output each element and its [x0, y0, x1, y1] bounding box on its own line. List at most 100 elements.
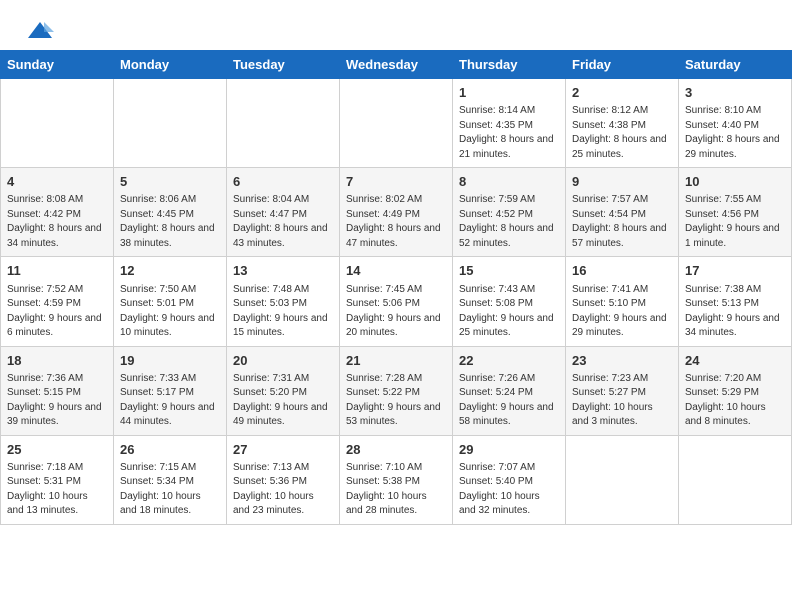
day-number: 15	[459, 262, 559, 280]
calendar-cell: 27 Sunrise: 7:13 AM Sunset: 5:36 PM Dayli…	[227, 435, 340, 524]
day-number: 12	[120, 262, 220, 280]
day-info: Sunrise: 7:41 AM Sunset: 5:10 PM Dayligh…	[572, 283, 672, 341]
column-header-thursday: Thursday	[453, 51, 566, 79]
day-info: Sunrise: 7:07 AM Sunset: 5:40 PM Dayligh…	[459, 461, 559, 519]
calendar-cell	[340, 79, 453, 168]
day-info: Sunrise: 7:48 AM Sunset: 5:03 PM Dayligh…	[233, 283, 333, 341]
day-number: 28	[346, 441, 446, 459]
column-header-tuesday: Tuesday	[227, 51, 340, 79]
calendar-cell: 26 Sunrise: 7:15 AM Sunset: 5:34 PM Dayli…	[114, 435, 227, 524]
day-number: 27	[233, 441, 333, 459]
day-info: Sunrise: 8:02 AM Sunset: 4:49 PM Dayligh…	[346, 193, 446, 251]
day-number: 1	[459, 84, 559, 102]
logo-icon	[26, 18, 54, 46]
calendar-cell	[227, 79, 340, 168]
calendar-cell: 20 Sunrise: 7:31 AM Sunset: 5:20 PM Dayli…	[227, 346, 340, 435]
calendar-cell: 11 Sunrise: 7:52 AM Sunset: 4:59 PM Dayli…	[1, 257, 114, 346]
calendar-cell: 14 Sunrise: 7:45 AM Sunset: 5:06 PM Dayli…	[340, 257, 453, 346]
column-header-wednesday: Wednesday	[340, 51, 453, 79]
day-info: Sunrise: 7:28 AM Sunset: 5:22 PM Dayligh…	[346, 372, 446, 430]
day-number: 29	[459, 441, 559, 459]
logo	[24, 18, 54, 40]
calendar-cell: 18Sunrise: 7:36 AM Sunset: 5:15 PM Dayli…	[1, 346, 114, 435]
day-number: 2	[572, 84, 672, 102]
calendar-cell: 8Sunrise: 7:59 AM Sunset: 4:52 PM Daylig…	[453, 168, 566, 257]
day-info: Sunrise: 7:36 AM Sunset: 5:15 PM Dayligh…	[7, 372, 107, 430]
calendar-cell: 1 Sunrise: 8:14 AM Sunset: 4:35 PM Daylig…	[453, 79, 566, 168]
day-number: 22	[459, 352, 559, 370]
calendar-cell: 23 Sunrise: 7:23 AM Sunset: 5:27 PM Dayli…	[566, 346, 679, 435]
day-number: 13	[233, 262, 333, 280]
day-number: 17	[685, 262, 785, 280]
calendar-week-1: 1 Sunrise: 8:14 AM Sunset: 4:35 PM Daylig…	[1, 79, 792, 168]
day-info: Sunrise: 7:59 AM Sunset: 4:52 PM Dayligh…	[459, 193, 559, 251]
calendar-week-5: 25Sunrise: 7:18 AM Sunset: 5:31 PM Dayli…	[1, 435, 792, 524]
calendar-cell: 28 Sunrise: 7:10 AM Sunset: 5:38 PM Dayli…	[340, 435, 453, 524]
calendar-cell: 19 Sunrise: 7:33 AM Sunset: 5:17 PM Dayli…	[114, 346, 227, 435]
day-info: Sunrise: 7:13 AM Sunset: 5:36 PM Dayligh…	[233, 461, 333, 519]
day-info: Sunrise: 8:08 AM Sunset: 4:42 PM Dayligh…	[7, 193, 107, 251]
day-info: Sunrise: 7:15 AM Sunset: 5:34 PM Dayligh…	[120, 461, 220, 519]
day-info: Sunrise: 8:12 AM Sunset: 4:38 PM Dayligh…	[572, 104, 672, 162]
day-info: Sunrise: 7:33 AM Sunset: 5:17 PM Dayligh…	[120, 372, 220, 430]
calendar-cell: 3 Sunrise: 8:10 AM Sunset: 4:40 PM Daylig…	[679, 79, 792, 168]
day-number: 19	[120, 352, 220, 370]
calendar-cell: 5 Sunrise: 8:06 AM Sunset: 4:45 PM Daylig…	[114, 168, 227, 257]
day-info: Sunrise: 8:14 AM Sunset: 4:35 PM Dayligh…	[459, 104, 559, 162]
day-number: 14	[346, 262, 446, 280]
calendar-cell: 17Sunrise: 7:38 AM Sunset: 5:13 PM Dayli…	[679, 257, 792, 346]
day-number: 3	[685, 84, 785, 102]
calendar-body: 1 Sunrise: 8:14 AM Sunset: 4:35 PM Daylig…	[1, 79, 792, 525]
calendar-cell: 24 Sunrise: 7:20 AM Sunset: 5:29 PM Dayli…	[679, 346, 792, 435]
calendar-header-row: SundayMondayTuesdayWednesdayThursdayFrid…	[1, 51, 792, 79]
day-info: Sunrise: 7:45 AM Sunset: 5:06 PM Dayligh…	[346, 283, 446, 341]
day-info: Sunrise: 8:10 AM Sunset: 4:40 PM Dayligh…	[685, 104, 785, 162]
calendar-cell: 15Sunrise: 7:43 AM Sunset: 5:08 PM Dayli…	[453, 257, 566, 346]
day-info: Sunrise: 7:31 AM Sunset: 5:20 PM Dayligh…	[233, 372, 333, 430]
calendar-cell: 6 Sunrise: 8:04 AM Sunset: 4:47 PM Daylig…	[227, 168, 340, 257]
day-number: 23	[572, 352, 672, 370]
calendar-cell: 10 Sunrise: 7:55 AM Sunset: 4:56 PM Dayli…	[679, 168, 792, 257]
day-number: 25	[7, 441, 107, 459]
day-number: 9	[572, 173, 672, 191]
day-number: 10	[685, 173, 785, 191]
calendar-cell: 29 Sunrise: 7:07 AM Sunset: 5:40 PM Dayli…	[453, 435, 566, 524]
calendar-cell: 25Sunrise: 7:18 AM Sunset: 5:31 PM Dayli…	[1, 435, 114, 524]
day-number: 24	[685, 352, 785, 370]
calendar-cell	[679, 435, 792, 524]
day-info: Sunrise: 7:55 AM Sunset: 4:56 PM Dayligh…	[685, 193, 785, 251]
calendar-cell: 16 Sunrise: 7:41 AM Sunset: 5:10 PM Dayli…	[566, 257, 679, 346]
calendar-cell	[566, 435, 679, 524]
calendar-cell: 13 Sunrise: 7:48 AM Sunset: 5:03 PM Dayli…	[227, 257, 340, 346]
calendar-cell: 7 Sunrise: 8:02 AM Sunset: 4:49 PM Daylig…	[340, 168, 453, 257]
calendar-cell	[114, 79, 227, 168]
calendar-cell: 2 Sunrise: 8:12 AM Sunset: 4:38 PM Daylig…	[566, 79, 679, 168]
day-info: Sunrise: 7:57 AM Sunset: 4:54 PM Dayligh…	[572, 193, 672, 251]
day-info: Sunrise: 7:10 AM Sunset: 5:38 PM Dayligh…	[346, 461, 446, 519]
calendar-week-4: 18Sunrise: 7:36 AM Sunset: 5:15 PM Dayli…	[1, 346, 792, 435]
column-header-monday: Monday	[114, 51, 227, 79]
day-info: Sunrise: 8:04 AM Sunset: 4:47 PM Dayligh…	[233, 193, 333, 251]
calendar-week-3: 11 Sunrise: 7:52 AM Sunset: 4:59 PM Dayli…	[1, 257, 792, 346]
day-number: 5	[120, 173, 220, 191]
day-number: 21	[346, 352, 446, 370]
day-number: 16	[572, 262, 672, 280]
calendar-cell: 9 Sunrise: 7:57 AM Sunset: 4:54 PM Daylig…	[566, 168, 679, 257]
page-header	[0, 0, 792, 50]
calendar-week-2: 4 Sunrise: 8:08 AM Sunset: 4:42 PM Daylig…	[1, 168, 792, 257]
day-number: 7	[346, 173, 446, 191]
day-number: 26	[120, 441, 220, 459]
day-number: 11	[7, 262, 107, 280]
day-number: 20	[233, 352, 333, 370]
day-info: Sunrise: 7:23 AM Sunset: 5:27 PM Dayligh…	[572, 372, 672, 430]
day-info: Sunrise: 8:06 AM Sunset: 4:45 PM Dayligh…	[120, 193, 220, 251]
day-info: Sunrise: 7:20 AM Sunset: 5:29 PM Dayligh…	[685, 372, 785, 430]
column-header-friday: Friday	[566, 51, 679, 79]
day-info: Sunrise: 7:50 AM Sunset: 5:01 PM Dayligh…	[120, 283, 220, 341]
day-info: Sunrise: 7:52 AM Sunset: 4:59 PM Dayligh…	[7, 283, 107, 341]
calendar-cell: 12 Sunrise: 7:50 AM Sunset: 5:01 PM Dayli…	[114, 257, 227, 346]
day-number: 4	[7, 173, 107, 191]
column-header-sunday: Sunday	[1, 51, 114, 79]
day-number: 6	[233, 173, 333, 191]
column-header-saturday: Saturday	[679, 51, 792, 79]
